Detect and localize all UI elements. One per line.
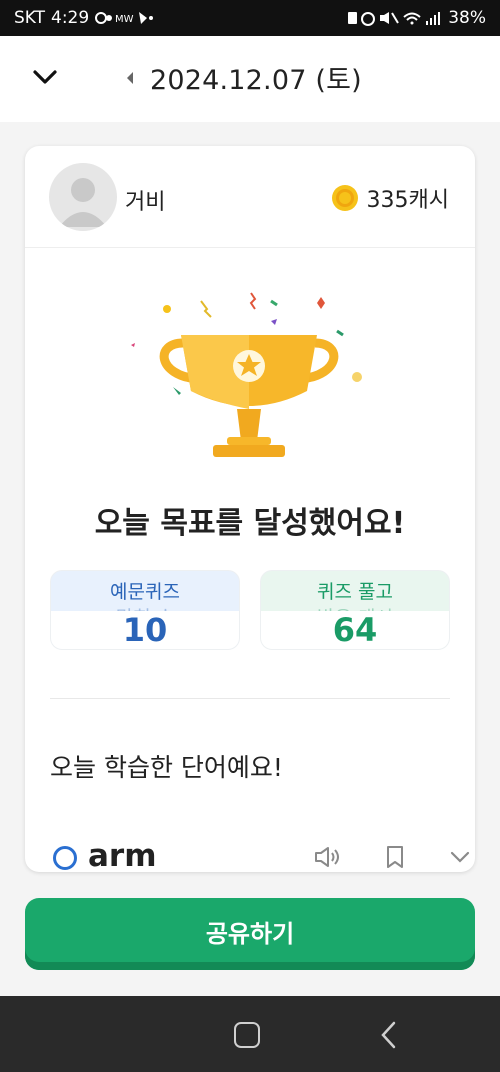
chevron-down-icon[interactable] — [445, 842, 475, 872]
words-section-title: 오늘 학습한 단어예요! — [50, 753, 283, 782]
profile-row: 거비 335캐시 — [25, 146, 475, 248]
cash-balance: 335캐시 — [331, 182, 449, 214]
stat-card-cash-earned: 퀴즈 풀고 받은 캐시 64 — [260, 570, 450, 650]
bookmark-icon[interactable] — [380, 842, 410, 872]
cash-label: 335캐시 — [366, 188, 449, 213]
divider — [50, 698, 450, 699]
carrier-label: SKT — [14, 8, 46, 28]
svg-text:MW: MW — [115, 14, 134, 25]
caret-left-icon[interactable] — [122, 70, 138, 86]
status-bar: SKT 4:29 MW 38% — [0, 0, 500, 36]
stat-label: 예문퀴즈 — [110, 581, 180, 603]
back-icon[interactable] — [378, 1020, 398, 1050]
achievement-card: 거비 335캐시 오늘 목표를 달성했어요! 예문퀴즈 10 퀴즈 풀고 64 … — [25, 146, 475, 872]
word-label: arm — [88, 838, 157, 872]
share-button-label: 공유하기 — [205, 919, 295, 948]
stat-card-quiz-correct: 예문퀴즈 맞힌 수 10 — [50, 570, 240, 650]
correct-circle-icon — [53, 846, 77, 870]
speaker-icon[interactable] — [313, 842, 343, 872]
stat-value: 10 — [122, 611, 168, 649]
clock: 4:29 — [51, 8, 90, 28]
stat-label: 퀴즈 풀고 — [317, 581, 393, 603]
username: 거비 — [125, 190, 166, 215]
date-title: 2024.12.07 (토) — [150, 65, 362, 96]
word-list-item[interactable]: arm — [50, 838, 470, 872]
battery-level: 38% — [448, 8, 486, 28]
stat-value: 64 — [332, 611, 378, 649]
coin-icon — [331, 184, 359, 212]
chevron-down-icon[interactable] — [30, 62, 60, 92]
avatar — [49, 163, 117, 231]
system-nav-bar — [0, 996, 500, 1072]
notification-icon: MW — [95, 9, 154, 27]
trophy-icon — [125, 291, 385, 471]
status-icons — [346, 9, 442, 27]
share-button[interactable]: 공유하기 — [25, 898, 475, 970]
achievement-headline: 오늘 목표를 달성했어요! — [94, 506, 406, 541]
home-icon[interactable] — [234, 1022, 260, 1048]
app-header: 2024.12.07 (토) — [0, 36, 500, 122]
